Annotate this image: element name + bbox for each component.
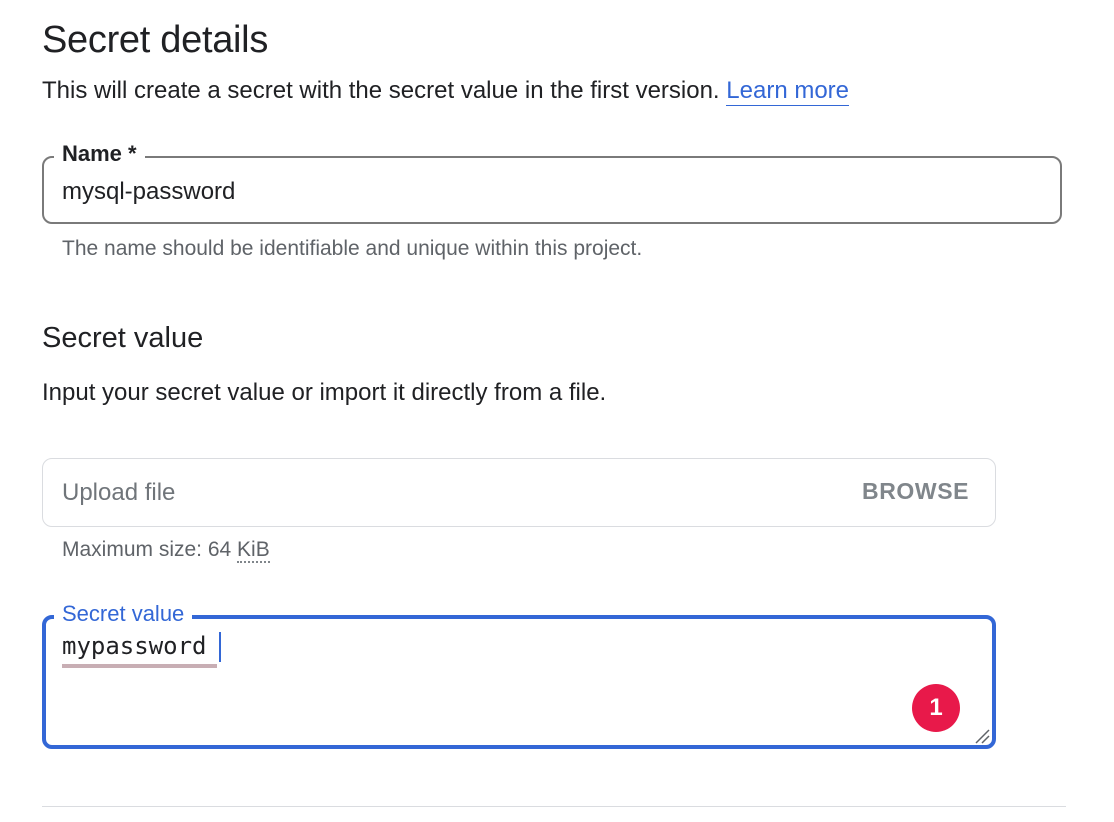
learn-more-link[interactable]: Learn more bbox=[726, 77, 850, 106]
secret-value-textarea[interactable]: mypassword bbox=[62, 630, 942, 720]
browse-button[interactable]: BROWSE bbox=[846, 470, 985, 512]
secret-value-description: Input your secret value or import it dir… bbox=[42, 379, 607, 406]
error-count-badge: 1 bbox=[912, 684, 960, 732]
secret-value-label: Secret value bbox=[54, 600, 193, 628]
page-title: Secret details bbox=[42, 19, 269, 61]
section-divider bbox=[42, 806, 1066, 807]
name-field-label: Name * bbox=[54, 140, 145, 168]
subtitle-text: This will create a secret with the secre… bbox=[42, 77, 720, 104]
kib-abbreviation: KiB bbox=[237, 538, 270, 563]
upload-size-hint: Maximum size: 64 KiB bbox=[62, 536, 270, 564]
text-caret bbox=[219, 632, 221, 662]
name-input[interactable] bbox=[44, 172, 1062, 212]
upload-hint-text: Maximum size: 64 bbox=[62, 538, 238, 561]
resize-handle-icon[interactable] bbox=[972, 726, 990, 744]
secret-value-heading: Secret value bbox=[42, 322, 204, 354]
upload-file-placeholder: Upload file bbox=[62, 479, 176, 506]
page-subtitle: This will create a secret with the secre… bbox=[42, 75, 850, 107]
name-field-hint: The name should be identifiable and uniq… bbox=[62, 237, 643, 260]
spellcheck-underline bbox=[62, 664, 217, 668]
